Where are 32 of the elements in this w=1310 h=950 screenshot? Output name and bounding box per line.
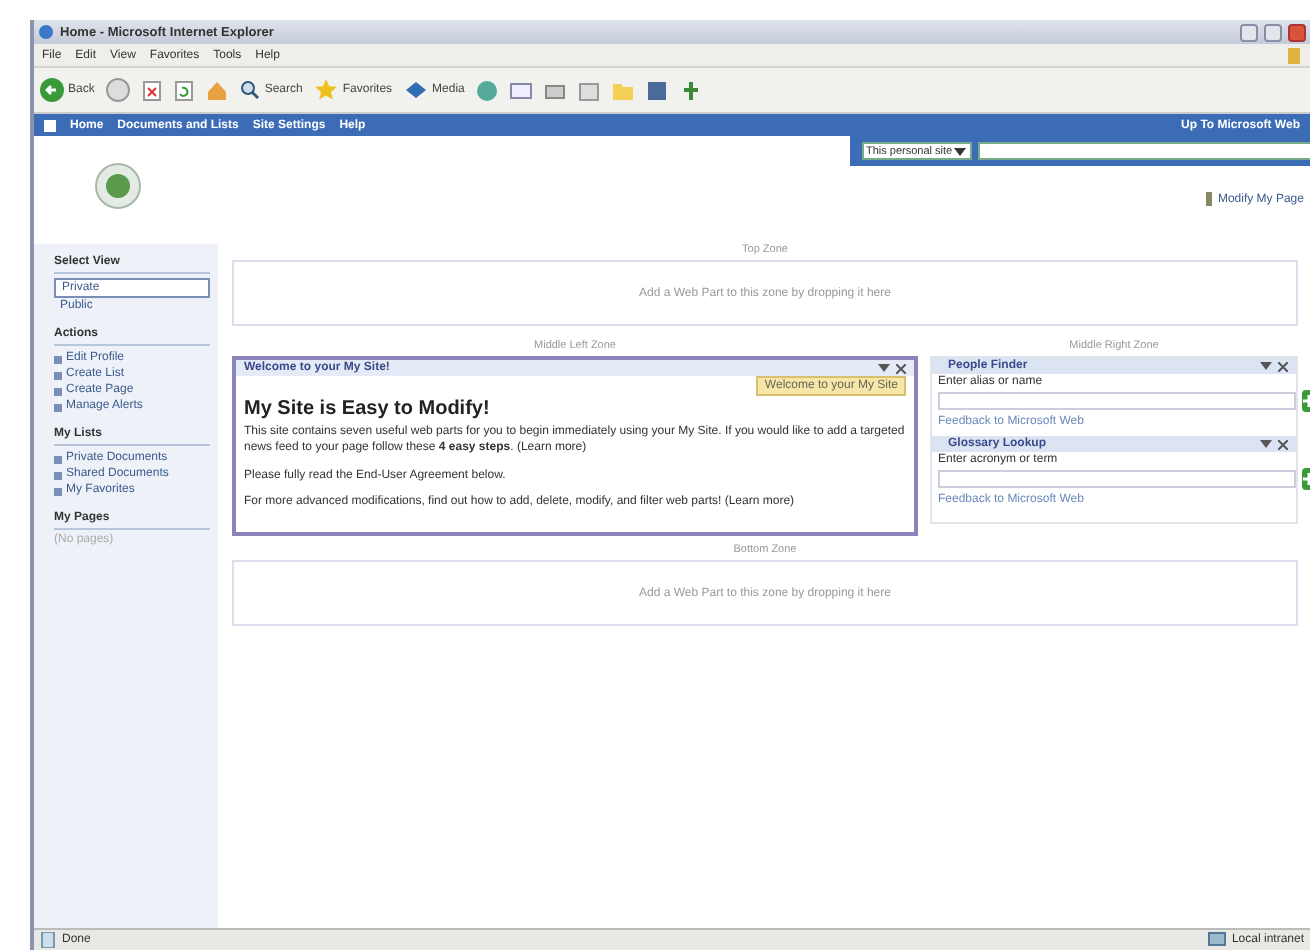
bullet-icon — [54, 487, 62, 495]
close-button[interactable] — [1288, 23, 1306, 41]
dropdown-arrow-icon[interactable] — [1260, 361, 1272, 371]
home-icon[interactable] — [206, 79, 229, 101]
input-field[interactable] — [938, 392, 1296, 410]
minimize-button[interactable] — [1240, 23, 1258, 41]
star-icon — [314, 78, 339, 102]
bullet-icon — [54, 455, 62, 463]
dropdown-arrow-icon[interactable] — [1260, 439, 1272, 449]
bullet-icon — [44, 119, 56, 131]
bullet-icon — [54, 371, 62, 379]
bullet-icon — [54, 355, 62, 363]
bullet-icon — [54, 387, 62, 395]
site-logo-icon — [94, 162, 142, 210]
web-part-heading: My Site is Easy to Modify! — [244, 398, 492, 420]
diamond-icon — [404, 80, 429, 100]
back-arrow-icon — [40, 78, 64, 102]
intranet-icon — [1207, 932, 1226, 948]
refresh-icon[interactable] — [174, 79, 195, 101]
maximize-button[interactable] — [1264, 23, 1282, 41]
search-icon — [240, 80, 261, 100]
page-icon — [40, 932, 56, 948]
search-field[interactable] — [978, 142, 1310, 160]
close-icon[interactable] — [896, 363, 906, 373]
dropdown-arrow-icon[interactable] — [878, 363, 890, 373]
bullet-icon — [54, 403, 62, 411]
bullet-icon — [54, 471, 62, 479]
stop-icon[interactable] — [142, 79, 163, 101]
input-field[interactable] — [938, 470, 1296, 488]
close-icon[interactable] — [1278, 361, 1288, 371]
close-icon[interactable] — [1278, 439, 1288, 449]
dropdown-arrow-icon — [952, 145, 969, 157]
